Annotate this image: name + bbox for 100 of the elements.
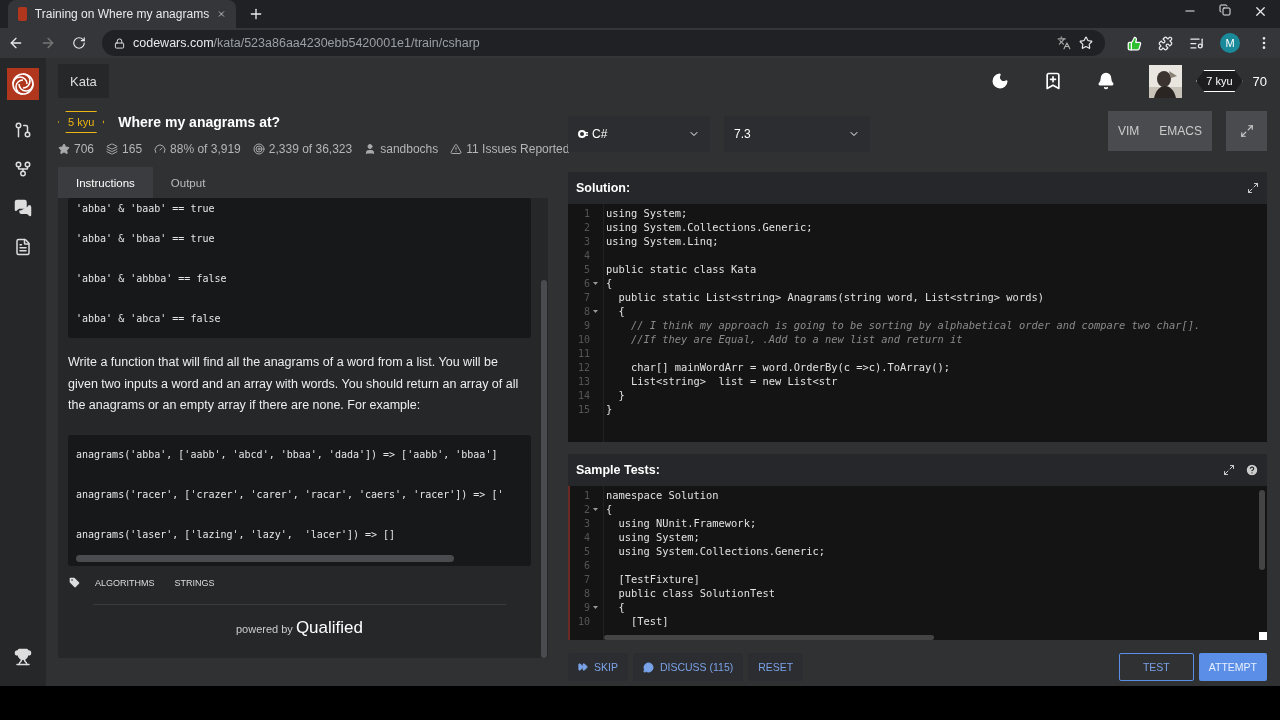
browser-tab[interactable]: Training on Where my anagrams	[8, 0, 236, 28]
fast-forward-icon	[578, 662, 588, 672]
code-line: using System;	[617, 531, 700, 543]
tab-title: Training on Where my anagrams	[34, 7, 210, 21]
line-number: 4	[583, 531, 590, 543]
playlist-icon[interactable]	[1189, 35, 1204, 51]
stat-text: 88% of 3,919	[170, 142, 241, 156]
code-line: }	[606, 403, 613, 415]
action-button[interactable]: RESET	[748, 653, 804, 681]
code-line: anagrams('abba', ['aabb', 'abcd', 'bbaa', 'dada']) => ['aabb', 'bbaa']	[76, 449, 498, 460]
scrollbar[interactable]	[604, 635, 934, 640]
document-icon[interactable]	[14, 238, 32, 256]
code-line: {	[606, 277, 613, 289]
stat-text: sandbochs	[380, 142, 439, 156]
bell-icon[interactable]	[1097, 72, 1116, 90]
line-number: 11	[577, 347, 590, 359]
fork-icon[interactable]	[14, 160, 32, 178]
maximize-icon[interactable]	[1219, 3, 1231, 16]
code-line: {	[617, 305, 625, 317]
moon-icon[interactable]	[991, 72, 1010, 90]
expand-icon[interactable]	[1247, 182, 1259, 194]
extensions-icon[interactable]	[1158, 35, 1173, 51]
fold-arrow-icon[interactable]	[592, 307, 599, 315]
code-line: using NUnit.Framework;	[617, 517, 757, 529]
panel-tab[interactable]: Instructions	[58, 167, 153, 198]
line-number: 9	[583, 319, 590, 331]
line-number: 6	[583, 277, 590, 289]
code-line: anagrams('racer', ['crazer', 'carer', 'racar', 'caers', 'racer']) => ['	[76, 489, 504, 500]
fold-arrow-icon[interactable]	[592, 505, 599, 513]
comment-line: // I think my approach is going to be sorting by alphabetical order and compare two char[].	[630, 319, 1201, 331]
help-icon[interactable]	[1245, 463, 1259, 477]
line-number: 1	[583, 489, 590, 501]
chat-icon	[642, 661, 654, 673]
scrollbar[interactable]	[1259, 490, 1265, 570]
code-line: using System.Linq;	[606, 235, 719, 247]
scrollbar[interactable]	[541, 280, 547, 658]
action-button[interactable]: DISCUSS (115)	[632, 653, 744, 681]
code-line: 'abba' & 'bbaa' == true	[76, 232, 215, 244]
fold-arrow-icon[interactable]	[592, 279, 599, 287]
tag-icon	[68, 576, 81, 589]
line-number: 7	[583, 573, 590, 585]
line-number: 3	[583, 235, 590, 247]
line-number: 10	[577, 333, 590, 345]
powered-by-text: powered by	[236, 622, 293, 635]
panel-title: Solution:	[576, 181, 632, 195]
scrollbar[interactable]	[76, 554, 454, 562]
line-number: 12	[577, 361, 590, 373]
expand-icon[interactable]	[1223, 464, 1235, 476]
forward-icon[interactable]	[40, 35, 56, 51]
resize-handle[interactable]	[1259, 632, 1267, 640]
description-text: Write a function that will find all the anagrams of a word from a list. You will be given two inputs a word and an array with words. You should return an array of all the anagrams or an empty array if there are none. For example:	[68, 354, 520, 414]
version-select[interactable]: 7.3	[724, 116, 870, 152]
back-icon[interactable]	[8, 35, 24, 51]
code-line: public static class Kata	[606, 263, 757, 275]
kata-title: Where my anagrams at?	[118, 114, 281, 130]
stat-text: 165	[122, 142, 143, 156]
brand-text: Qualified	[295, 617, 363, 638]
code-line: using System.Collections.Generic;	[617, 545, 825, 557]
trophy-icon[interactable]	[14, 648, 32, 666]
test-button[interactable]: TEST	[1118, 653, 1194, 681]
code-line: }	[617, 389, 625, 401]
code-line: anagrams('laser', ['lazing', 'lazy', 'lacer']) => []	[76, 529, 396, 540]
warning-icon	[450, 143, 463, 155]
line-number: 5	[583, 263, 590, 275]
line-number: 2	[583, 221, 590, 233]
user-icon	[364, 143, 377, 155]
line-number: 14	[577, 389, 590, 401]
code-line: public class SolutionTest	[617, 587, 775, 599]
line-number: 3	[583, 517, 590, 529]
new-tab-icon[interactable]	[248, 6, 264, 22]
line-number: 1	[583, 207, 590, 219]
panel-tab[interactable]: Output	[152, 167, 224, 198]
fold-arrow-icon[interactable]	[592, 603, 599, 611]
code-line: namespace Solution	[606, 489, 719, 501]
reload-icon[interactable]	[72, 36, 86, 50]
code-line: char[] mainWordArr = word.OrderBy(c =>c).ToArray();	[630, 361, 951, 373]
tag-label[interactable]: ALGORITHMS	[89, 573, 161, 592]
pull-request-icon[interactable]	[14, 121, 32, 139]
code-line: 'abba' & 'abca' == false	[76, 312, 221, 324]
code-editor[interactable]: 1 2 3 4 5 6 7 8 9 10 namespace Solution { using NUnit.Framework; using System; using System.Collections.Generic; [TestFixture] public class SolutionTest { [Test]	[568, 486, 1267, 640]
mode-button[interactable]: EMACS	[1149, 111, 1212, 151]
chat-icon[interactable]	[14, 199, 32, 217]
tag-label[interactable]: STRINGS	[168, 573, 221, 592]
action-button[interactable]: SKIP	[568, 653, 628, 681]
code-editor[interactable]	[568, 204, 1267, 442]
comment-line: //If they are Equal, .Add to a new list and return it	[630, 333, 963, 345]
translate-icon[interactable]	[1057, 36, 1071, 50]
bookmark-star-icon[interactable]	[1079, 36, 1093, 50]
language-select[interactable]: C#	[568, 116, 710, 152]
line-number: 7	[583, 291, 590, 303]
star-icon	[58, 143, 70, 155]
kata-nav-button[interactable]: Kata	[58, 64, 109, 98]
profile-avatar[interactable]: M	[1220, 33, 1240, 53]
logo-icon[interactable]	[7, 68, 39, 100]
line-number: 8	[583, 587, 590, 599]
thumbs-up-icon[interactable]	[1127, 35, 1142, 51]
address-field[interactable]: codewars.com/kata/523a86aa4230ebb5420001e1/train/csharp	[102, 30, 1105, 56]
mode-button[interactable]: VIM	[1107, 111, 1150, 151]
code-line: {	[606, 503, 613, 515]
layers-icon	[106, 143, 119, 155]
